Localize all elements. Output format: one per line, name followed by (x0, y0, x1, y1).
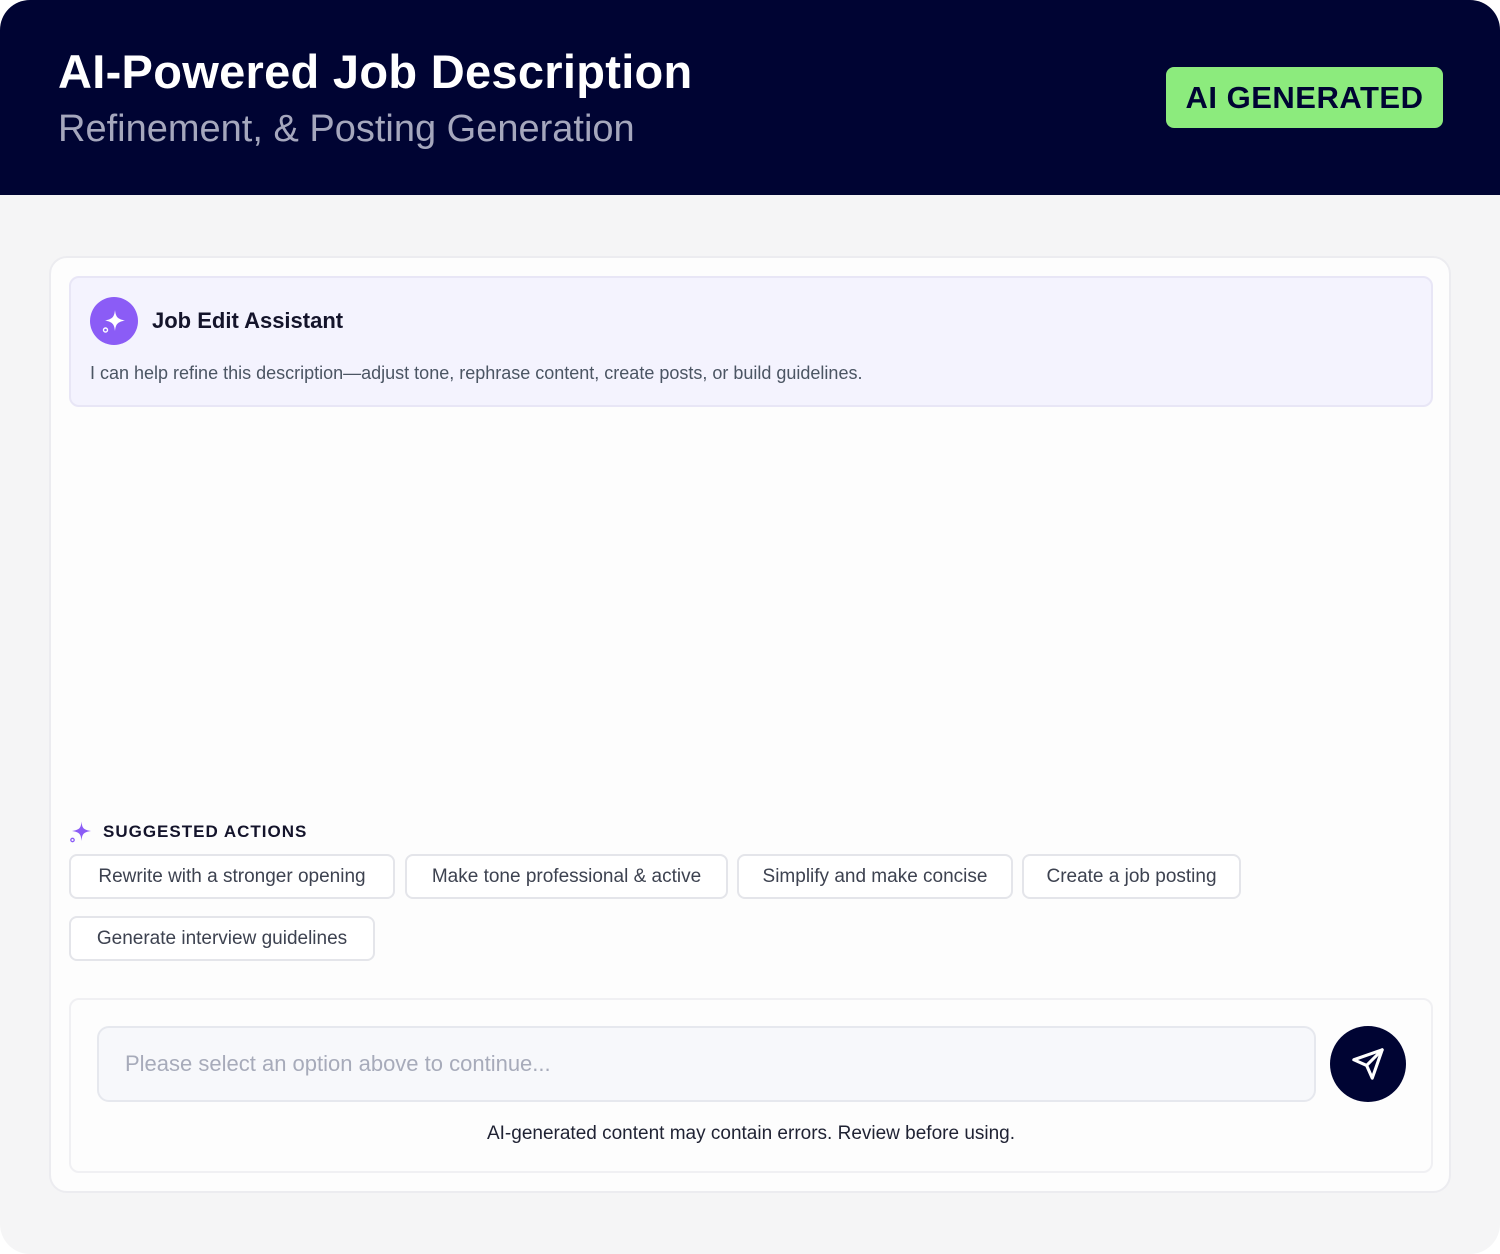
suggestion-chip-simplify[interactable]: Simplify and make concise (737, 854, 1013, 899)
sparkle-icon (70, 821, 91, 843)
page-subtitle: Refinement, & Posting Generation (58, 108, 635, 150)
suggested-actions-label: SUGGESTED ACTIONS (103, 822, 308, 841)
assistant-intro: Job Edit Assistant I can help refine thi… (69, 276, 1433, 407)
suggestion-chip-stronger-opening[interactable]: Rewrite with a stronger opening (69, 854, 395, 899)
suggestion-chip-professional-tone[interactable]: Make tone professional & active (405, 854, 728, 899)
page-title: AI-Powered Job Description (58, 45, 693, 98)
send-button[interactable] (1330, 1026, 1406, 1102)
suggested-actions-header: SUGGESTED ACTIONS (69, 820, 307, 844)
app-window: AI-Powered Job Description Refinement, &… (0, 0, 1500, 1254)
suggestion-chip-interview-guidelines[interactable]: Generate interview guidelines (69, 916, 375, 961)
assistant-card: Job Edit Assistant I can help refine thi… (49, 256, 1451, 1193)
message-input[interactable] (97, 1026, 1316, 1102)
page-header: AI-Powered Job Description Refinement, &… (0, 0, 1500, 195)
ai-disclaimer: AI-generated content may contain errors.… (486, 1123, 1016, 1144)
suggestion-chip-job-posting[interactable]: Create a job posting (1022, 854, 1241, 899)
assistant-description: I can help refine this description—adjus… (90, 363, 863, 383)
sparkle-icon (102, 310, 125, 333)
send-icon (1352, 1048, 1384, 1080)
ai-generated-badge: AI GENERATED (1166, 67, 1443, 128)
assistant-avatar (90, 297, 138, 345)
assistant-title: Job Edit Assistant (152, 308, 344, 333)
composer-panel: AI-generated content may contain errors.… (69, 998, 1433, 1173)
